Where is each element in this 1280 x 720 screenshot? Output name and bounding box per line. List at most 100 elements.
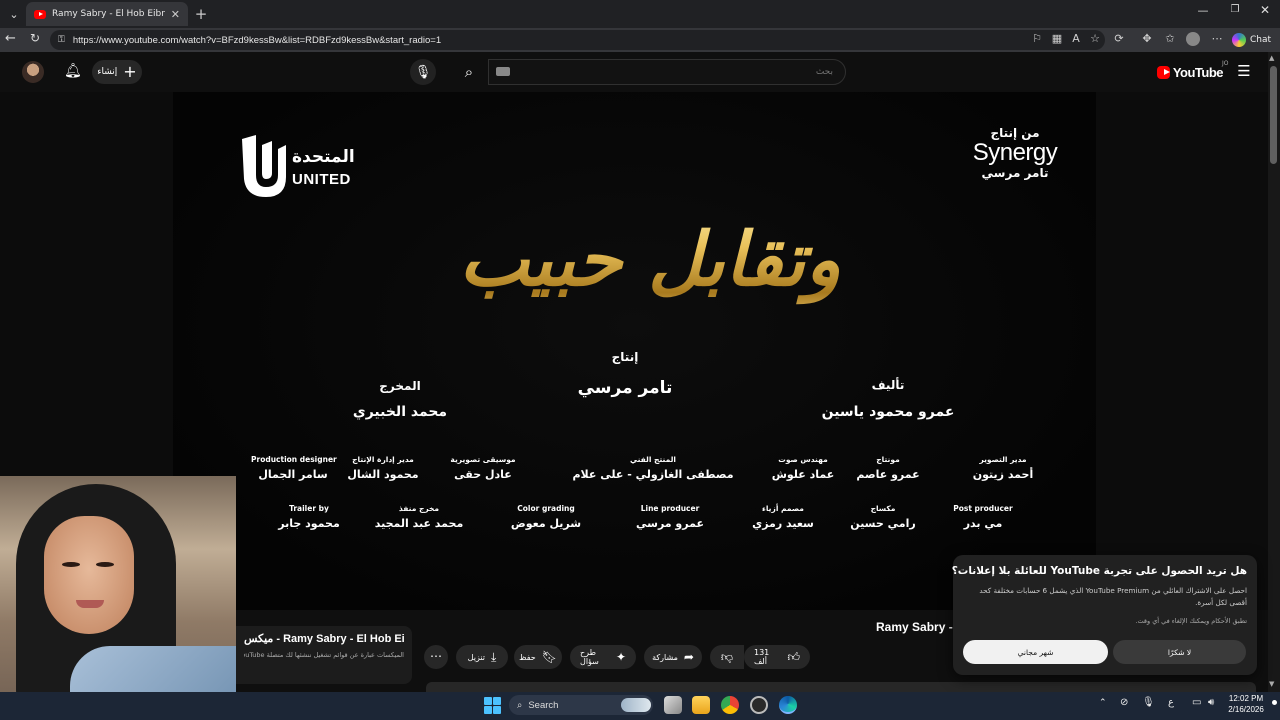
mix-subtitle: الميكسات عبارة عن قوائم تشغيل ننشئها لك …: [244, 651, 404, 659]
webcam-overlay: [0, 476, 236, 720]
app-icon-with-badge[interactable]: [750, 696, 768, 714]
search-input[interactable]: [488, 59, 846, 85]
chat-label: Chat: [1250, 35, 1272, 45]
synergy-owner: تامر مرسي: [981, 166, 1049, 180]
task-view-icon[interactable]: [664, 696, 682, 714]
copilot-chat-button[interactable]: Chat: [1232, 30, 1278, 50]
network-icon[interactable]: ▭: [1192, 697, 1201, 708]
thumbs-up-icon: 👍︎: [787, 650, 800, 664]
promo-title: هل تريد الحصول على تجربة YouTube للعائلة…: [951, 565, 1247, 577]
guide-menu-icon[interactable]: ☰: [1235, 62, 1253, 80]
extensions-puzzle-icon[interactable]: ✥: [1140, 32, 1154, 46]
clock-date[interactable]: 2/16/2026: [1224, 705, 1268, 714]
video-frame[interactable]: المتحدة UNITED من إنتاج Synergy تامر مرس…: [173, 92, 1096, 610]
webcam-smile: [76, 600, 104, 608]
create-button[interactable]: إنشاء +: [92, 60, 142, 84]
search-icon[interactable]: ⌕: [450, 59, 488, 85]
file-explorer-icon[interactable]: [692, 696, 710, 714]
film-title-art: وتقابل حبيب: [360, 195, 940, 325]
more-menu-icon[interactable]: ⋯: [1210, 32, 1224, 46]
taskbar-search-box[interactable]: ⌕ Search: [509, 695, 653, 715]
mix-title: ميكس - Ramy Sabry - El Hob Eibna: [244, 633, 404, 645]
create-label: إنشاء: [97, 67, 118, 77]
webcam-eye-right: [96, 562, 114, 567]
edge-icon[interactable]: [779, 696, 797, 714]
site-info-icon[interactable]: ⚿: [58, 35, 65, 45]
credit-role: Line producer: [640, 504, 700, 513]
profile-avatar-icon[interactable]: [1186, 32, 1200, 46]
share-button[interactable]: مشاركة ➦: [644, 645, 702, 669]
director-role: المخرج: [379, 379, 421, 393]
bookmark-icon: 🔖︎: [541, 650, 557, 664]
tab-actions-chevron-icon[interactable]: ⌄: [4, 4, 24, 24]
favorite-star-icon[interactable]: ☆: [1088, 32, 1102, 46]
refresh-extension-icon[interactable]: ⟳: [1112, 32, 1126, 46]
credit-name: عماد علوش: [771, 468, 835, 481]
window-minimize-icon[interactable]: —: [1194, 4, 1212, 22]
like-button[interactable]: 131 ألف 👍︎: [744, 645, 810, 669]
free-month-button[interactable]: شهر مجاني: [963, 640, 1108, 664]
address-bar[interactable]: ⚿ https://www.youtube.com/watch?v=BFzd9k…: [50, 30, 1105, 50]
window-restore-icon[interactable]: ❐: [1226, 4, 1244, 22]
credit-role: مدير التصوير: [979, 455, 1027, 464]
back-arrow-icon[interactable]: ←: [5, 31, 21, 49]
windows-start-icon[interactable]: [484, 697, 501, 714]
tab-close-icon[interactable]: ✕: [171, 8, 180, 21]
notifications-bell-icon[interactable]: 🔔︎: [64, 63, 82, 79]
mix-playlist-card[interactable]: ميكس - Ramy Sabry - El Hob Eibna الميكسا…: [236, 626, 412, 684]
scrollbar-thumb[interactable]: [1270, 66, 1277, 164]
reload-icon[interactable]: ↻: [30, 31, 46, 49]
read-aloud-icon[interactable]: A: [1069, 32, 1083, 46]
volume-icon[interactable]: 🔊︎: [1208, 697, 1214, 708]
webcam-person-face: [44, 516, 134, 634]
production-role: إنتاج: [611, 350, 639, 364]
keyboard-icon[interactable]: [496, 67, 510, 76]
new-tab-plus-icon[interactable]: +: [192, 4, 210, 24]
synergy-from-label: من إنتاج: [990, 126, 1040, 140]
window-close-icon[interactable]: ✕: [1256, 3, 1274, 21]
translate-icon[interactable]: ⚐: [1030, 32, 1044, 46]
save-button[interactable]: حفظ 🔖︎: [514, 645, 562, 669]
youtube-favicon-icon: [34, 9, 46, 19]
united-logo: المتحدة UNITED: [236, 133, 366, 199]
director-name: محمد الخبيري: [352, 404, 448, 420]
credit-name: عادل حقى: [454, 468, 512, 481]
synergy-logo: من إنتاج Synergy تامر مرسي: [960, 126, 1070, 200]
thumbs-down-icon: 👎︎: [720, 650, 734, 664]
input-language-indicator[interactable]: ع: [1168, 697, 1174, 708]
credit-role: Production designer: [251, 455, 337, 464]
download-button[interactable]: تنزيل ⤓: [456, 645, 508, 669]
voice-search-mic-icon[interactable]: 🎙︎: [410, 59, 436, 85]
browser-tab-active[interactable]: Ramy Sabry - El Hob Eibna | رامي صبري - …: [26, 2, 188, 26]
credit-role: موسيقى تصويرية: [450, 455, 516, 464]
notification-center-icon[interactable]: [1272, 700, 1277, 705]
chrome-icon[interactable]: [721, 696, 739, 714]
no-thanks-button[interactable]: لا شكرًا: [1113, 640, 1246, 664]
dislike-button[interactable]: 👎︎: [710, 645, 744, 669]
tray-mic-icon[interactable]: 🎙︎: [1142, 697, 1155, 708]
credit-role: Post producer: [953, 504, 1013, 513]
account-avatar[interactable]: [22, 61, 44, 83]
credit-name: سعيد رمزي: [752, 517, 814, 530]
tray-camera-off-icon[interactable]: ⊘: [1120, 697, 1128, 708]
ask-button[interactable]: طرح سؤال ✦: [570, 645, 636, 669]
synergy-name: Synergy: [972, 139, 1058, 166]
apps-icon[interactable]: ▦: [1050, 32, 1064, 46]
scroll-up-arrow-icon[interactable]: ▲: [1269, 54, 1274, 62]
united-mark-icon: [242, 135, 286, 197]
scroll-down-arrow-icon[interactable]: ▼: [1269, 680, 1274, 688]
favorites-icon[interactable]: ✩: [1163, 32, 1177, 46]
credit-role: مهندس صوت: [778, 455, 828, 464]
more-actions-icon[interactable]: ⋯: [424, 645, 448, 669]
premium-family-promo-dialog: هل تريد الحصول على تجربة YouTube للعائلة…: [951, 555, 1257, 675]
credit-role: مصمم أزياء: [762, 504, 804, 513]
clock-time[interactable]: 12:02 PM: [1224, 694, 1268, 703]
credit-role: Trailer by: [289, 504, 329, 513]
plus-icon: +: [123, 62, 137, 81]
credit-name: مصطفى الغازولي - على علام: [572, 468, 734, 481]
tray-overflow-chevron-icon[interactable]: ⌃: [1099, 698, 1107, 708]
credit-role: مخرج منفذ: [398, 504, 440, 513]
youtube-logo[interactable]: YouTube: [1157, 63, 1224, 81]
share-label: مشاركة: [652, 652, 678, 662]
taskbar-search-icon: ⌕: [517, 699, 523, 711]
